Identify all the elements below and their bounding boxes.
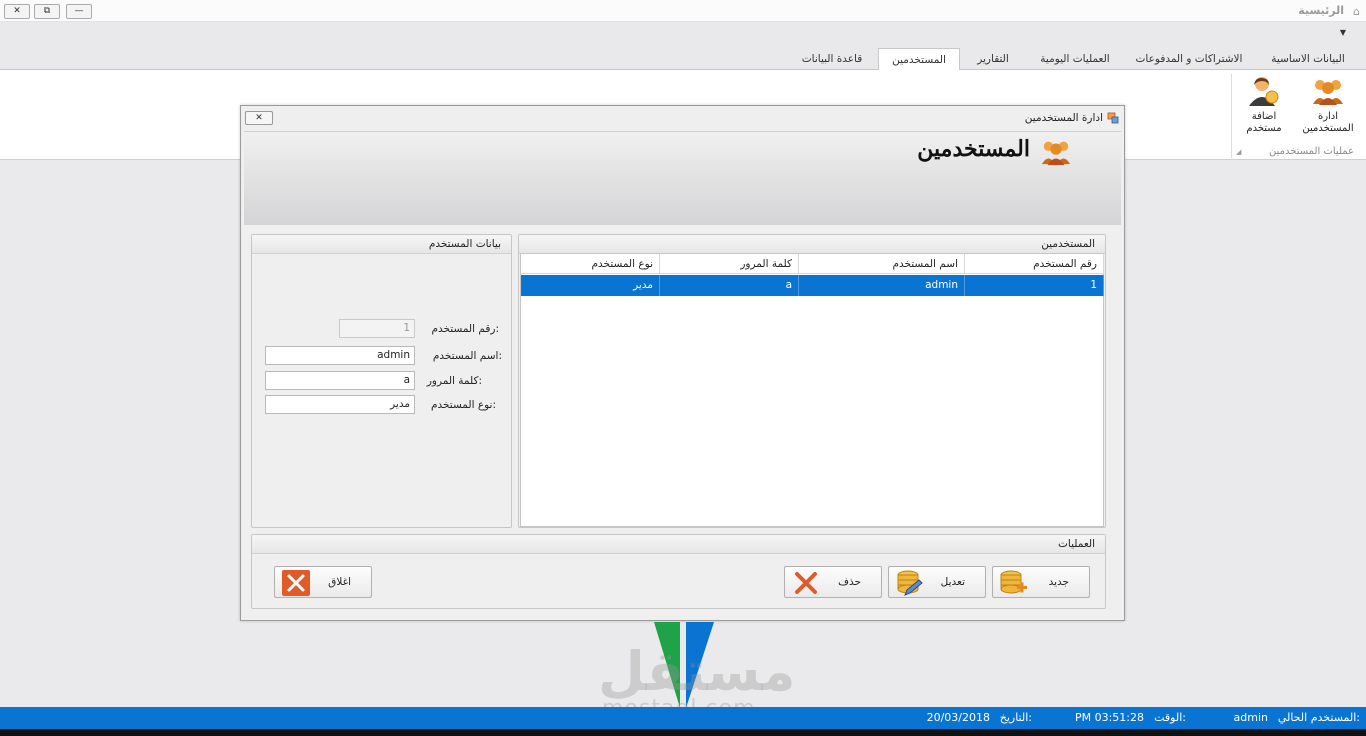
user-details-header: بيانات المستخدم (252, 235, 511, 254)
users-header-icon (1041, 141, 1071, 166)
tab-daily-operations[interactable]: العمليات اليومية (1030, 48, 1120, 70)
dialog-header-title: المستخدمين (917, 136, 1030, 162)
users-grid[interactable]: رقم المستخدم اسم المستخدم كلمة المرور نو… (520, 253, 1104, 527)
add-user-label-1: اضافة (1251, 111, 1277, 122)
add-user-label-2: مستخدم (1246, 123, 1282, 134)
ribbon-group-separator (1231, 74, 1232, 158)
group-launcher-icon[interactable]: ◢ (1236, 148, 1241, 156)
new-button[interactable]: جديد (992, 566, 1090, 598)
taskbar-strip (0, 729, 1366, 736)
manage-users-label-2: المستخدمين (1302, 123, 1354, 134)
tab-database[interactable]: قاعدة البيانات (790, 48, 874, 70)
window-close-button[interactable]: ✕ (4, 4, 30, 19)
username-label: اسم المستخدم: (432, 350, 502, 362)
database-edit-icon (897, 570, 923, 596)
delete-x-icon (795, 572, 817, 594)
time-value: PM 03:51:28 (1074, 711, 1144, 724)
manage-users-label-1: ادارة (1317, 111, 1339, 122)
tab-users[interactable]: المستخدمين (878, 48, 960, 71)
delete-button-label: حذف (838, 576, 861, 588)
date-value: 20/03/2018 (926, 711, 990, 724)
quick-access-dropdown-icon[interactable]: ▼ (1340, 28, 1346, 37)
date-label: التاريخ: (999, 711, 1032, 724)
users-icon (1313, 80, 1343, 105)
watermark-text: مستقل (598, 640, 796, 703)
ribbon-group-label: عمليات المستخدمين (1269, 146, 1354, 157)
delete-button[interactable]: حذف (784, 566, 882, 598)
current-user-label: المستخدم الحالي: (1277, 711, 1360, 724)
password-field[interactable]: a (265, 371, 415, 390)
username-field[interactable]: admin (265, 346, 415, 365)
cell-username[interactable]: admin (799, 275, 965, 296)
title-bar (0, 0, 1366, 22)
column-header-username[interactable]: اسم المستخدم (799, 254, 965, 274)
cell-id[interactable]: 1 (965, 275, 1104, 296)
users-panel-header: المستخدمين (519, 235, 1105, 254)
close-button-label: اغلاق (328, 576, 351, 588)
app-title: الرئيسية (1298, 4, 1344, 17)
new-button-label: جديد (1048, 576, 1069, 588)
table-row[interactable]: 1 admin a مدير (521, 275, 1104, 296)
cell-password[interactable]: a (660, 275, 799, 296)
window-minimize-button[interactable]: — (66, 4, 92, 19)
tab-reports[interactable]: التقارير (962, 48, 1024, 70)
dialog-title: ادارة المستخدمين (1024, 112, 1103, 124)
tab-basic-data[interactable]: البيانات الاساسية (1258, 48, 1358, 70)
close-button[interactable]: اغلاق (274, 566, 372, 598)
password-label: كلمة المرور: (426, 375, 482, 387)
app-icon: ⌂ (1353, 5, 1360, 18)
current-user-value: admin (1233, 711, 1268, 724)
users-panel-title: المستخدمين (1041, 238, 1095, 250)
dialog-title-icon (1107, 112, 1119, 124)
manage-users-button[interactable]: ادارة المستخدمين (1298, 74, 1358, 144)
database-add-icon (1000, 570, 1027, 594)
column-header-password[interactable]: كلمة المرور (660, 254, 799, 274)
edit-button-label: تعديل (940, 576, 965, 588)
column-header-id[interactable]: رقم المستخدم (965, 254, 1104, 274)
add-user-button[interactable]: اضافة مستخدم (1234, 74, 1294, 144)
actions-panel-title: العمليات (1058, 538, 1095, 550)
column-header-type[interactable]: نوع المستخدم (521, 254, 660, 274)
user-details-title: بيانات المستخدم (428, 238, 501, 250)
edit-button[interactable]: تعديل (888, 566, 986, 598)
time-label: الوقت: (1154, 711, 1186, 724)
window-restore-button[interactable]: ⧉ (34, 4, 60, 19)
user-type-label: نوع المستخدم: (430, 399, 496, 411)
tab-subscriptions[interactable]: الاشتراكات و المدفوعات (1126, 48, 1252, 70)
actions-panel-header: العمليات (252, 535, 1105, 554)
quick-access-toolbar (0, 22, 1366, 48)
add-user-icon (1249, 77, 1279, 106)
user-id-label: رقم المستخدم: (431, 323, 499, 335)
cell-type[interactable]: مدير (521, 275, 660, 296)
user-type-field[interactable]: مدير (265, 395, 415, 414)
dialog-close-button[interactable]: ✕ (245, 111, 273, 125)
user-id-field: 1 (339, 319, 415, 338)
close-x-icon (282, 570, 310, 596)
